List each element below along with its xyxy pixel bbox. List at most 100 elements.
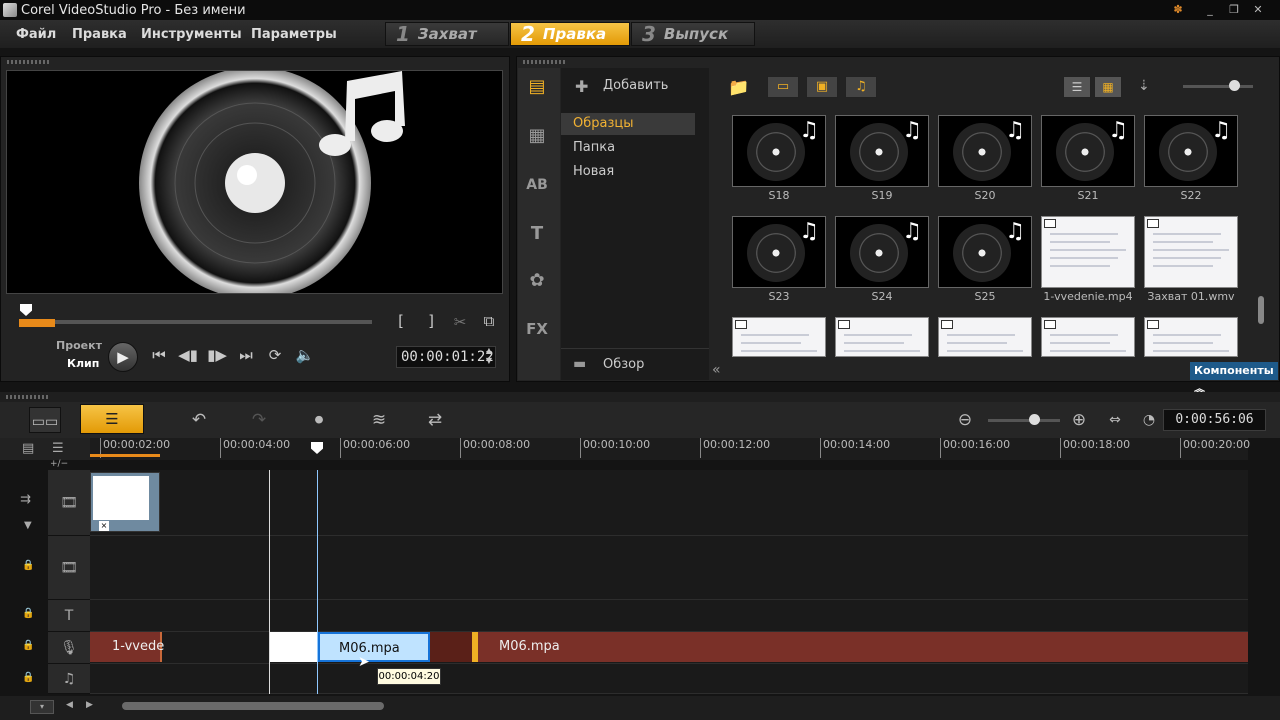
go-to-start-button[interactable]: ⏮ bbox=[148, 346, 170, 364]
help-icon[interactable]: ✽ bbox=[1168, 2, 1188, 18]
folder-open-icon[interactable]: 📁 bbox=[728, 78, 749, 98]
zoom-slider-handle[interactable] bbox=[1029, 414, 1040, 425]
auto-music-icon[interactable]: ⇄ bbox=[418, 406, 452, 434]
next-frame-button[interactable]: ▮▶ bbox=[206, 346, 228, 364]
menu-file[interactable]: Файл bbox=[16, 27, 56, 42]
title-track[interactable] bbox=[90, 600, 1248, 632]
voice-clip[interactable]: M06.mpa bbox=[478, 632, 1248, 662]
timeline-scrollbar[interactable] bbox=[122, 702, 384, 710]
fit-project-icon[interactable]: ⇔ bbox=[1100, 406, 1130, 434]
library-thumbnail[interactable] bbox=[732, 317, 826, 357]
split-clip-icon[interactable]: ✂ bbox=[450, 313, 470, 331]
folder-item[interactable]: Папка bbox=[561, 137, 695, 159]
add-folder-button[interactable]: Добавить bbox=[603, 78, 668, 93]
zoom-out-icon[interactable]: ⊖ bbox=[950, 406, 980, 434]
video-track-header[interactable]: 🎞 bbox=[48, 470, 90, 536]
step-tab-capture[interactable]: 1 Захват bbox=[385, 22, 509, 46]
thumb-size-slider[interactable] bbox=[1183, 85, 1253, 88]
trim-bar[interactable] bbox=[19, 319, 55, 327]
add-remove-tracks[interactable]: +/− bbox=[50, 459, 68, 469]
menu-edit[interactable]: Правка bbox=[72, 27, 127, 42]
browse-icon[interactable]: ▬ bbox=[573, 356, 586, 372]
instant-project-icon[interactable]: ▦ bbox=[522, 121, 552, 151]
voice-clip[interactable]: 1-vvede bbox=[90, 632, 164, 662]
list-view-button[interactable]: ☰ bbox=[1063, 76, 1091, 98]
library-thumbnail[interactable]: ♫ bbox=[732, 216, 826, 288]
media-category-icon[interactable]: ▤ bbox=[522, 72, 552, 102]
chevron-down-icon[interactable]: ▼ bbox=[24, 520, 32, 531]
transition-category-icon[interactable]: AB bbox=[522, 170, 552, 200]
sort-icon[interactable]: ⇣ bbox=[1138, 78, 1150, 94]
storyboard-view-button[interactable]: ▭▭ bbox=[29, 407, 61, 433]
repeat-icon[interactable]: ⟳ bbox=[264, 346, 286, 364]
graphic-category-icon[interactable]: ✿ bbox=[522, 266, 552, 296]
library-thumbnail[interactable]: ♫ bbox=[835, 115, 929, 187]
track-manager-icon[interactable]: ▤ bbox=[22, 441, 34, 456]
ripple-editing-icon[interactable]: ⇉ bbox=[20, 492, 31, 507]
music-track-header[interactable]: ♫ bbox=[48, 664, 90, 694]
zoom-tracks-button[interactable]: ▾ bbox=[30, 700, 54, 714]
mark-in-button[interactable]: [ bbox=[395, 312, 407, 330]
library-thumbnail[interactable]: ♫ bbox=[732, 115, 826, 187]
menu-settings[interactable]: Параметры bbox=[251, 27, 337, 42]
mode-clip-label[interactable]: Клип bbox=[67, 357, 99, 370]
video-clip[interactable]: × bbox=[90, 472, 160, 532]
volume-icon[interactable]: 🔈 bbox=[294, 346, 316, 364]
timecode-spinner[interactable]: ▲ ▼ bbox=[483, 346, 495, 366]
panel-grip[interactable] bbox=[523, 60, 567, 64]
scrubber-track[interactable] bbox=[20, 320, 372, 324]
go-to-end-button[interactable]: ⏭ bbox=[235, 346, 257, 364]
folder-item[interactable]: Новая bbox=[561, 161, 695, 183]
components-button[interactable]: Компоненты ︽ bbox=[1190, 362, 1278, 395]
time-ruler[interactable]: 00:00:02:00 00:00:04:00 00:00:06:00 00:00:0… bbox=[90, 438, 1250, 460]
title-category-icon[interactable]: T bbox=[522, 219, 552, 249]
library-thumbnail[interactable]: ♫ bbox=[938, 216, 1032, 288]
video-track[interactable] bbox=[90, 470, 1248, 536]
library-thumbnail[interactable]: ♫ bbox=[1041, 115, 1135, 187]
enlarge-preview-icon[interactable]: ⧉ bbox=[479, 312, 499, 330]
lock-icon[interactable]: 🔒 bbox=[22, 560, 34, 571]
close-button[interactable]: ✕ bbox=[1248, 2, 1268, 18]
step-tab-edit[interactable]: 2 Правка bbox=[510, 22, 630, 46]
scroll-right-icon[interactable]: ▶ bbox=[86, 700, 93, 710]
show-video-toggle[interactable]: ▭ bbox=[767, 76, 799, 98]
mode-project-label[interactable]: Проект bbox=[56, 339, 102, 352]
redo-icon[interactable]: ↷ bbox=[242, 406, 276, 434]
library-thumbnail[interactable]: ♫ bbox=[1144, 115, 1238, 187]
zoom-in-icon[interactable]: ⊕ bbox=[1064, 406, 1094, 434]
zoom-slider[interactable] bbox=[988, 419, 1060, 422]
library-thumbnail[interactable]: ♫ bbox=[835, 216, 929, 288]
step-tab-share[interactable]: 3 Выпуск bbox=[631, 22, 755, 46]
library-scrollbar[interactable] bbox=[1258, 296, 1264, 324]
undo-icon[interactable]: ↶ bbox=[182, 406, 216, 434]
library-thumbnail[interactable] bbox=[1041, 317, 1135, 357]
lock-icon[interactable]: 🔒 bbox=[22, 640, 34, 651]
timeline-view-button[interactable]: ☰ bbox=[80, 404, 144, 434]
menu-tools[interactable]: Инструменты bbox=[141, 27, 242, 42]
title-track-header[interactable]: T bbox=[48, 600, 90, 632]
voice-track-header[interactable]: 🎙 bbox=[48, 632, 90, 664]
add-folder-icon[interactable]: ✚ bbox=[575, 77, 588, 96]
show-photo-toggle[interactable]: ▣ bbox=[806, 76, 838, 98]
browse-button[interactable]: Обзор bbox=[603, 357, 644, 372]
thumb-size-handle[interactable] bbox=[1229, 80, 1240, 91]
timecode-display[interactable]: 00:00:01:22 bbox=[396, 346, 496, 368]
scroll-left-icon[interactable]: ◀ bbox=[66, 700, 73, 710]
lock-icon[interactable]: 🔒 bbox=[22, 608, 34, 619]
collapse-library-icon[interactable]: « bbox=[712, 362, 721, 378]
play-button[interactable]: ▶ bbox=[108, 342, 138, 372]
restore-button[interactable]: ❐ bbox=[1224, 2, 1244, 18]
music-track[interactable] bbox=[90, 664, 1248, 694]
library-thumbnail[interactable] bbox=[1144, 216, 1238, 288]
chapter-list-icon[interactable]: ☰ bbox=[52, 441, 64, 456]
library-thumbnail[interactable] bbox=[938, 317, 1032, 357]
minimize-button[interactable]: _ bbox=[1200, 2, 1220, 18]
sound-mixer-icon[interactable]: ≋ bbox=[362, 406, 396, 434]
folder-item[interactable]: Образцы bbox=[561, 113, 695, 135]
library-thumbnail[interactable]: ♫ bbox=[938, 115, 1032, 187]
library-thumbnail[interactable] bbox=[835, 317, 929, 357]
library-thumbnail[interactable] bbox=[1144, 317, 1238, 357]
panel-grip[interactable] bbox=[6, 395, 50, 399]
lock-icon[interactable]: 🔒 bbox=[22, 672, 34, 683]
overlay-track-header[interactable]: 🎞 bbox=[48, 536, 90, 600]
